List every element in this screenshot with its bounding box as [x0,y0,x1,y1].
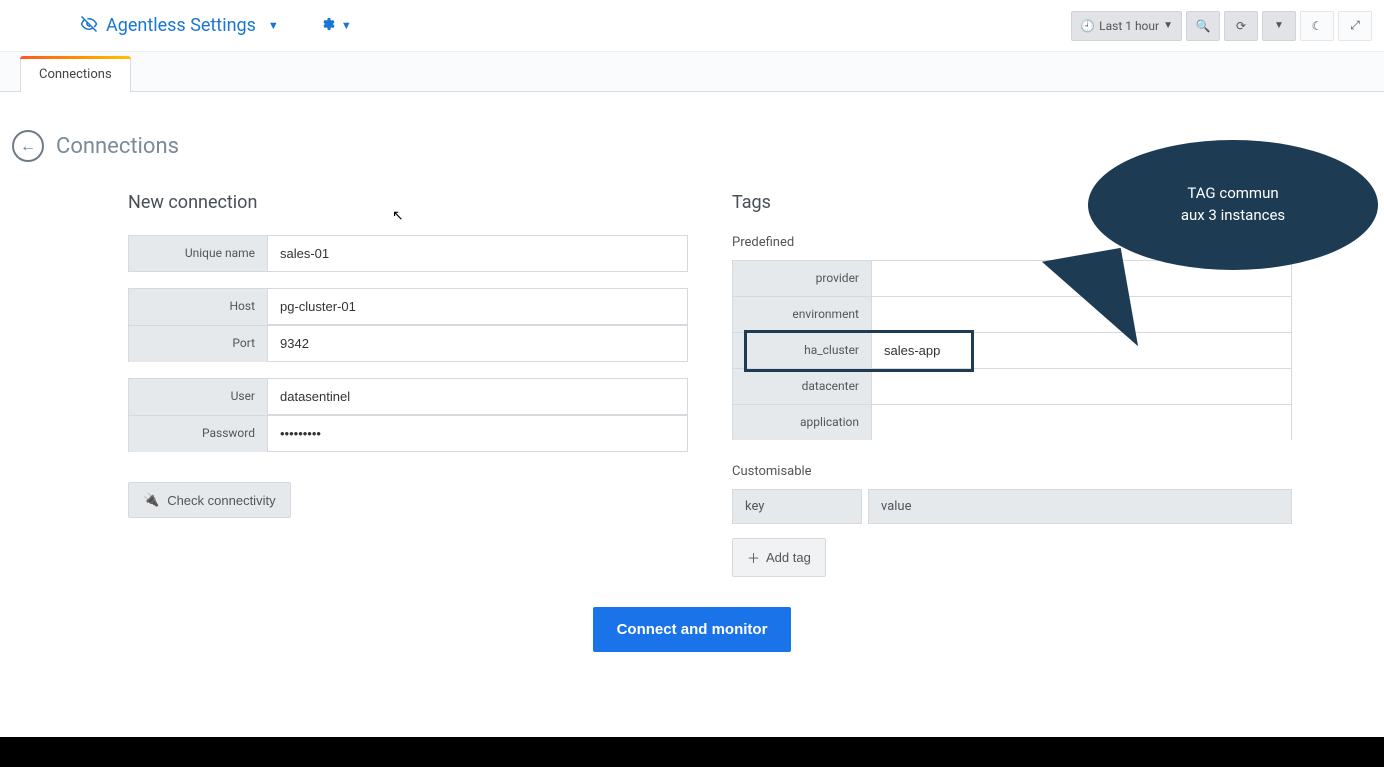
caret-down-icon: ▼ [268,19,279,32]
brand-dropdown[interactable]: Agentless Settings ▼ [80,15,279,37]
input-application[interactable] [872,404,1292,440]
field-application: application [732,404,1292,440]
tab-connections[interactable]: Connections [20,56,131,92]
dark-mode-button[interactable]: ☾ [1300,11,1334,41]
callout-bubble: TAG commun aux 3 instances [1088,140,1378,270]
caret-down-icon: ▼ [1274,20,1284,31]
input-host[interactable] [268,288,688,325]
tabstrip: Connections [0,52,1384,92]
field-environment: environment [732,296,1292,332]
clock-icon: 🕘 [1080,19,1095,33]
footer-bar [0,737,1384,767]
label-environment: environment [732,296,872,332]
gear-icon [319,16,335,36]
caret-down-icon: ▼ [1163,20,1173,31]
section-title: New connection [128,192,688,213]
callout-tail [1042,248,1138,360]
customisable-heading: Customisable [732,464,1292,479]
refresh-button[interactable]: ⟳ [1224,11,1258,41]
customisable-header-row: key value [732,489,1292,524]
plug-icon: 🔌 [143,492,159,508]
time-range-button[interactable]: 🕘 Last 1 hour ▼ [1071,11,1182,41]
check-connectivity-button[interactable]: 🔌 Check connectivity [128,482,291,518]
zoom-out-icon: 🔍 [1196,19,1211,33]
add-tag-button[interactable]: ＋ Add tag [732,538,826,577]
field-host: Host [128,288,688,325]
caret-down-icon: ▼ [341,19,352,32]
label-unique-name: Unique name [128,235,268,272]
label-port: Port [128,325,268,362]
input-datacenter[interactable] [872,368,1292,404]
callout-line2: aux 3 instances [1181,205,1285,227]
field-password: Password [128,415,688,452]
field-unique-name: Unique name [128,235,688,272]
expand-icon: ⤢ [1350,18,1360,33]
label-datacenter: datacenter [732,368,872,404]
moon-icon: ☾ [1312,19,1323,33]
back-button[interactable]: ← [12,130,44,162]
refresh-interval-button[interactable]: ▼ [1262,11,1296,41]
label-ha-cluster: ha_cluster [732,332,872,368]
check-connectivity-label: Check connectivity [167,493,275,508]
page-title: Connections [56,134,179,159]
topbar-right: 🕘 Last 1 hour ▼ 🔍 ⟳ ▼ ☾ ⤢ [1071,11,1372,41]
field-port: Port [128,325,688,362]
brand-title: Agentless Settings [106,15,256,36]
input-port[interactable] [268,325,688,362]
fullscreen-button[interactable]: ⤢ [1338,11,1372,41]
label-user: User [128,378,268,415]
predefined-tags: provider environment ha_cluster datacent… [732,260,1292,440]
label-provider: provider [732,260,872,296]
plus-icon: ＋ [747,548,760,567]
topbar: Agentless Settings ▼ ▼ 🕘 Last 1 hour ▼ 🔍… [0,0,1384,52]
callout-line1: TAG commun [1181,183,1285,205]
field-datacenter: datacenter [732,368,1292,404]
field-ha-cluster: ha_cluster [732,332,1292,368]
custom-value-header: value [868,489,1292,524]
zoom-out-button[interactable]: 🔍 [1186,11,1220,41]
time-range-label: Last 1 hour [1099,19,1159,33]
input-unique-name[interactable] [268,235,688,272]
refresh-icon: ⟳ [1236,19,1246,33]
tab-label: Connections [39,67,112,82]
visibility-off-icon [80,15,98,37]
custom-key-header: key [732,489,862,524]
settings-dropdown[interactable]: ▼ [319,16,352,36]
input-user[interactable] [268,378,688,415]
label-password: Password [128,415,268,452]
label-host: Host [128,288,268,325]
add-tag-label: Add tag [766,550,811,565]
connect-label: Connect and monitor [617,621,768,638]
label-application: application [732,404,872,440]
input-password[interactable] [268,415,688,452]
connect-and-monitor-button[interactable]: Connect and monitor [593,607,792,652]
arrow-left-icon: ← [20,136,36,156]
new-connection-section: New connection Unique name Host Port [128,192,688,577]
field-user: User [128,378,688,415]
